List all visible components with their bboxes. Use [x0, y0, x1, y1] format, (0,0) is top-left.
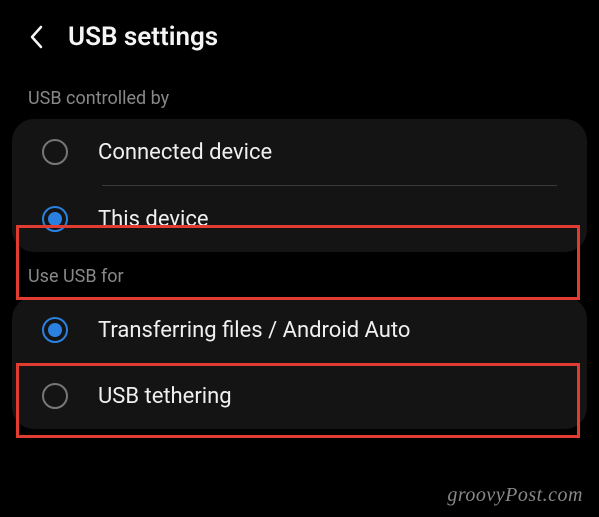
section-label-use-for: Use USB for	[0, 252, 599, 297]
option-transferring-files[interactable]: Transferring files / Android Auto	[12, 297, 587, 363]
back-icon[interactable]	[24, 25, 48, 49]
radio-checked-icon	[42, 317, 68, 343]
option-connected-device[interactable]: Connected device	[12, 119, 587, 185]
radio-unchecked-icon	[42, 383, 68, 409]
card-use-for: Transferring files / Android Auto USB te…	[12, 297, 587, 429]
page-title: USB settings	[68, 22, 218, 52]
option-label: Transferring files / Android Auto	[98, 318, 410, 343]
option-this-device[interactable]: This device	[12, 186, 587, 252]
header: USB settings	[0, 0, 599, 74]
option-label: Connected device	[98, 140, 272, 165]
radio-unchecked-icon	[42, 139, 68, 165]
option-label: This device	[98, 207, 209, 232]
section-label-controlled-by: USB controlled by	[0, 74, 599, 119]
watermark: groovyPost.com	[447, 484, 583, 507]
card-controlled-by: Connected device This device	[12, 119, 587, 252]
option-usb-tethering[interactable]: USB tethering	[12, 363, 587, 429]
option-label: USB tethering	[98, 384, 232, 409]
radio-checked-icon	[42, 206, 68, 232]
